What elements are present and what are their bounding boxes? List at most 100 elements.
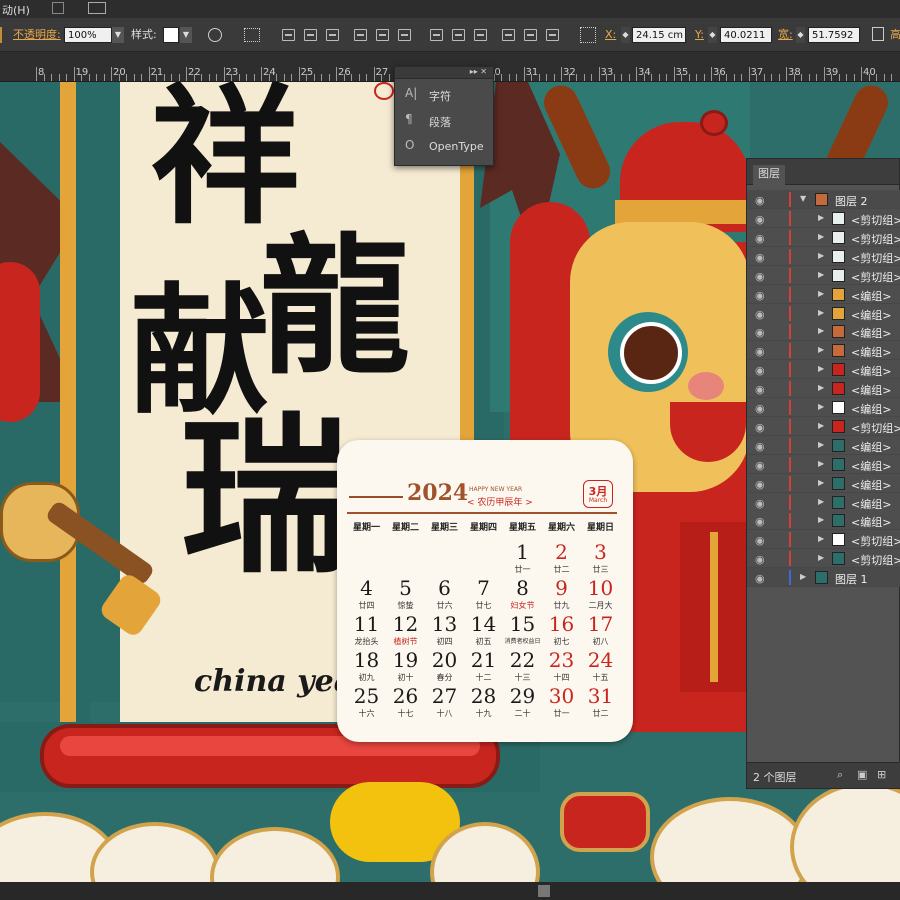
day-number[interactable]: 27 — [425, 684, 464, 708]
expand-triangle-icon[interactable]: ▶ — [818, 515, 824, 524]
layer-name[interactable]: 图层 2 — [835, 193, 868, 209]
expand-triangle-icon[interactable]: ▶ — [818, 364, 824, 373]
expand-triangle-icon[interactable]: ▶ — [818, 421, 824, 430]
layer-name[interactable]: <剪切组> — [851, 231, 900, 247]
opacity-label[interactable]: 不透明度: — [13, 27, 61, 43]
distribute-right-icon[interactable] — [546, 29, 559, 41]
opacity-field[interactable]: 100% — [64, 27, 112, 43]
expand-triangle-icon[interactable]: ▶ — [818, 289, 824, 298]
layer-name[interactable]: <编组> — [851, 363, 891, 379]
visibility-eye-icon[interactable]: ◉ — [755, 497, 765, 510]
visibility-eye-icon[interactable]: ◉ — [755, 345, 765, 358]
day-number[interactable]: 11 — [347, 612, 386, 636]
visibility-eye-icon[interactable]: ◉ — [755, 572, 765, 585]
visibility-eye-icon[interactable]: ◉ — [755, 326, 765, 339]
day-number[interactable]: 19 — [386, 648, 425, 672]
layer-row[interactable]: ◉ ▶ <剪切组> — [747, 265, 900, 285]
distribute-hcenter-icon[interactable] — [524, 29, 537, 41]
layer-row-top[interactable]: ◉ ▼ 图层 2 — [747, 190, 900, 209]
new-sublayer-icon[interactable]: ⊞ — [877, 768, 886, 781]
layer-name[interactable]: <剪切组> — [851, 533, 900, 549]
char-panel-item-character[interactable]: A| 字符 — [395, 81, 495, 107]
layer-row[interactable]: ◉ ▶ <编组> — [747, 454, 900, 474]
layer-name[interactable]: <剪切组> — [851, 420, 900, 436]
layer-row[interactable]: ◉ ▶ <编组> — [747, 322, 900, 342]
expand-triangle-icon[interactable]: ▶ — [818, 383, 824, 392]
expand-triangle-icon[interactable]: ▶ — [818, 402, 824, 411]
day-number[interactable]: 3 — [581, 540, 620, 564]
day-number[interactable]: 13 — [425, 612, 464, 636]
width-field[interactable]: 51.7592 — [808, 27, 860, 43]
arrange-documents-icon[interactable] — [88, 2, 106, 14]
day-number[interactable]: 16 — [542, 612, 581, 636]
y-stepper-icon[interactable]: ◆ — [708, 27, 717, 43]
layer-name[interactable]: <编组> — [851, 439, 891, 455]
expand-triangle-icon[interactable]: ▶ — [818, 213, 824, 222]
layer-name[interactable]: <编组> — [851, 382, 891, 398]
layer-row[interactable]: ◉ ▶ <剪切组> — [747, 209, 900, 228]
expand-triangle-icon[interactable]: ▶ — [818, 326, 824, 335]
layer-row[interactable]: ◉ ▶ <编组> — [747, 398, 900, 417]
align-left-icon[interactable] — [282, 29, 295, 41]
day-number[interactable]: 30 — [542, 684, 581, 708]
width-stepper-icon[interactable]: ◆ — [796, 27, 805, 43]
layer-name[interactable]: <剪切组> — [851, 212, 900, 228]
menu-item-animate[interactable]: 动(H) — [2, 2, 30, 18]
day-number[interactable]: 9 — [542, 576, 581, 600]
day-number[interactable]: 17 — [581, 612, 620, 636]
expand-triangle-icon[interactable]: ▶ — [800, 572, 806, 581]
visibility-eye-icon[interactable]: ◉ — [755, 194, 765, 207]
layer-name[interactable]: <剪切组> — [851, 250, 900, 266]
layer-name[interactable]: <编组> — [851, 307, 891, 323]
align-vcenter-icon[interactable] — [376, 29, 389, 41]
align-hcenter-icon[interactable] — [304, 29, 317, 41]
calendar-card[interactable]: 2024 HAPPY NEW YEAR < 农历甲辰年 > 3月 March 星… — [337, 440, 633, 742]
expand-triangle-icon[interactable]: ▶ — [818, 270, 824, 279]
day-number[interactable]: 25 — [347, 684, 386, 708]
recolor-icon[interactable] — [208, 28, 222, 42]
layer-row[interactable]: ◉ ▶ <编组> — [747, 379, 900, 399]
expand-triangle-icon[interactable]: ▶ — [818, 478, 824, 487]
visibility-eye-icon[interactable]: ◉ — [755, 213, 765, 226]
layer-row-bottom[interactable]: ◉ ▶ 图层 1 — [747, 568, 900, 587]
visibility-eye-icon[interactable]: ◉ — [755, 308, 765, 321]
layer-row[interactable]: ◉ ▶ <编组> — [747, 284, 900, 304]
day-number[interactable]: 24 — [581, 648, 620, 672]
layer-row[interactable]: ◉ ▶ <剪切组> — [747, 246, 900, 266]
expand-triangle-icon[interactable]: ▶ — [818, 553, 824, 562]
expand-triangle-icon[interactable]: ▼ — [800, 194, 806, 203]
layers-tab[interactable]: 图层 — [753, 165, 785, 185]
visibility-eye-icon[interactable]: ◉ — [755, 232, 765, 245]
day-number[interactable]: 2 — [542, 540, 581, 564]
style-dropdown-icon[interactable]: ▼ — [180, 27, 192, 43]
layer-row[interactable]: ◉ ▶ <剪切组> — [747, 227, 900, 247]
distribute-bottom-icon[interactable] — [474, 29, 487, 41]
layer-row[interactable]: ◉ ▶ <剪切组> — [747, 416, 900, 436]
locate-object-icon[interactable]: ⌕ — [837, 768, 843, 782]
expand-triangle-icon[interactable]: ▶ — [818, 232, 824, 241]
fill-swatch-edge[interactable] — [0, 27, 2, 43]
clipping-mask-icon[interactable]: ▣ — [857, 768, 867, 781]
expand-triangle-icon[interactable]: ▶ — [818, 497, 824, 506]
layer-name[interactable]: <编组> — [851, 458, 891, 474]
expand-triangle-icon[interactable]: ▶ — [818, 440, 824, 449]
day-number[interactable]: 21 — [464, 648, 503, 672]
visibility-eye-icon[interactable]: ◉ — [755, 459, 765, 472]
day-number[interactable]: 28 — [464, 684, 503, 708]
layer-row[interactable]: ◉ ▶ <编组> — [747, 492, 900, 512]
layer-name[interactable]: <剪切组> — [851, 552, 900, 568]
horizontal-scrollbar[interactable] — [0, 882, 900, 900]
visibility-eye-icon[interactable]: ◉ — [755, 251, 765, 264]
visibility-eye-icon[interactable]: ◉ — [755, 440, 765, 453]
visibility-eye-icon[interactable]: ◉ — [755, 553, 765, 566]
layer-name[interactable]: <编组> — [851, 344, 891, 360]
align-bottom-icon[interactable] — [398, 29, 411, 41]
visibility-eye-icon[interactable]: ◉ — [755, 534, 765, 547]
align-top-icon[interactable] — [354, 29, 367, 41]
day-number[interactable]: 5 — [386, 576, 425, 600]
expand-triangle-icon[interactable]: ▶ — [818, 534, 824, 543]
distribute-left-icon[interactable] — [502, 29, 515, 41]
char-panel-item-opentype[interactable]: O OpenType — [395, 133, 495, 159]
day-number[interactable]: 14 — [464, 612, 503, 636]
y-field[interactable]: 40.0211 — [720, 27, 772, 43]
